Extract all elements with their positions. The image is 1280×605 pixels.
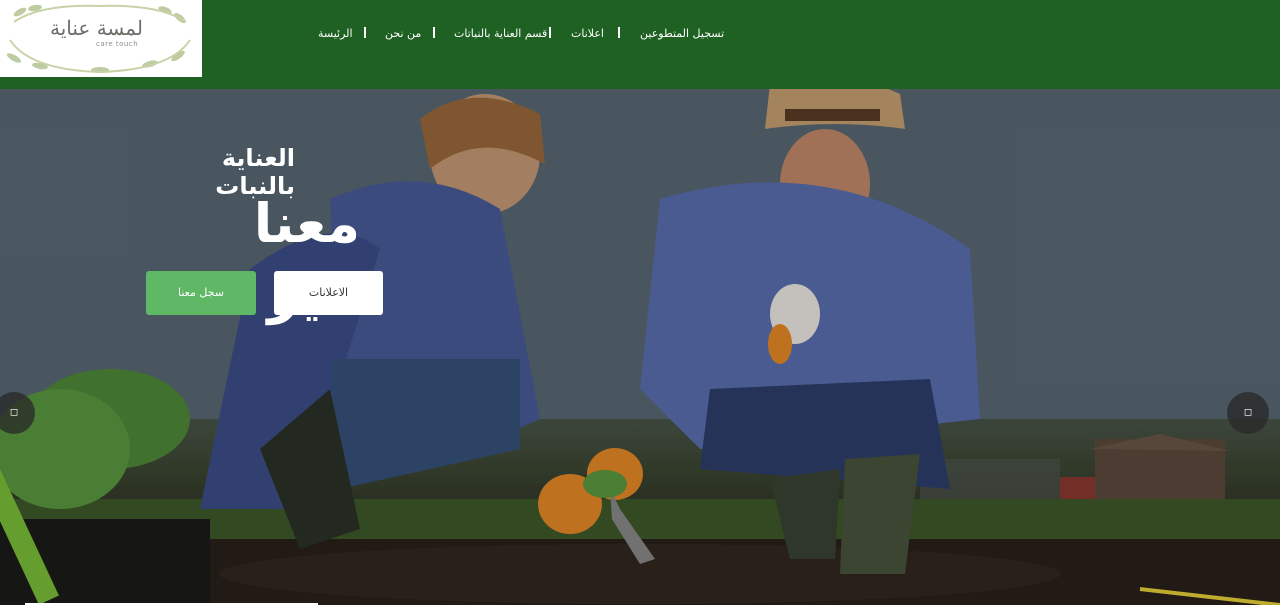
register-button[interactable]: سجل معنا xyxy=(146,271,256,315)
nav-item-plant-care[interactable]: قسم العناية بالنباتات xyxy=(454,27,547,40)
hero-slider: العناية بالنبات معنا غير سجل معنا الاعلا… xyxy=(0,89,1280,605)
square-icon: ◻ xyxy=(9,407,19,418)
site-header: لمسة عناية care touch تسجيل المتطوعين اع… xyxy=(0,0,1280,89)
nav-item-ads[interactable]: اعلانات xyxy=(571,27,604,40)
logo[interactable]: لمسة عناية care touch xyxy=(0,0,202,77)
nav-divider xyxy=(618,27,620,38)
nav-item-volunteers[interactable]: تسجيل المتطوعين xyxy=(640,27,724,40)
logo-subtext: care touch xyxy=(96,40,139,48)
square-icon: ◻ xyxy=(1243,407,1253,418)
nav-item-home[interactable]: الرئيسة xyxy=(318,27,353,40)
logo-text: لمسة عناية xyxy=(50,16,143,40)
nav-divider xyxy=(433,27,435,38)
nav-divider xyxy=(364,27,366,38)
nav-divider xyxy=(549,27,551,38)
nav-item-about[interactable]: من نحن xyxy=(385,27,421,40)
next-slide-button[interactable]: ◻ xyxy=(1227,392,1269,434)
ads-button[interactable]: الاعلانات xyxy=(274,271,383,315)
